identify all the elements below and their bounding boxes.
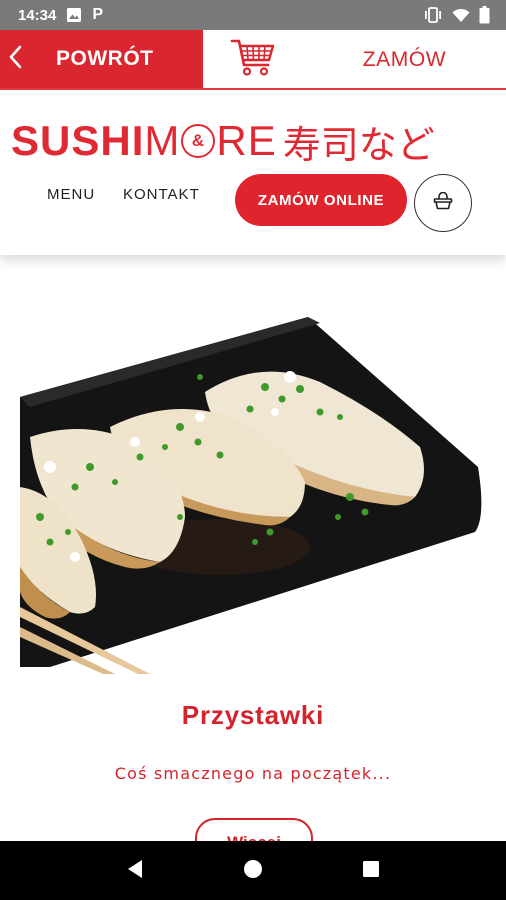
- logo-more-re: RE: [216, 117, 277, 164]
- logo-ampersand-circle: &: [181, 124, 216, 158]
- nav-back-button[interactable]: [105, 841, 165, 900]
- shopping-cart-icon: [230, 38, 276, 82]
- logo-sushi-text: SUSHI: [11, 117, 145, 164]
- category-subtitle: Coś smacznego na początek...: [114, 764, 392, 783]
- category-image-dumplings[interactable]: [20, 317, 486, 674]
- status-bar: 14:34 P: [0, 0, 506, 30]
- basket-button[interactable]: [414, 174, 472, 232]
- square-recents-icon: [362, 860, 380, 882]
- nav-home-button[interactable]: [223, 841, 283, 900]
- nav-contact-link[interactable]: KONTAKT: [123, 186, 200, 203]
- category-title: Przystawki: [181, 700, 325, 730]
- system-nav-bar: [0, 841, 506, 900]
- order-online-button[interactable]: ZAMÓW ONLINE: [235, 174, 407, 226]
- top-nav-bar: POWRÓT ZAMÓW: [0, 30, 506, 90]
- vibrate-icon: [423, 7, 443, 23]
- cart-button[interactable]: [203, 30, 303, 90]
- chevron-left-icon: [8, 45, 22, 73]
- battery-icon: [479, 6, 490, 24]
- back-button[interactable]: POWRÓT: [0, 30, 203, 88]
- image-icon: [66, 7, 82, 23]
- logo-japanese-text: 寿司など: [282, 122, 435, 167]
- triangle-back-icon: [126, 859, 144, 883]
- circle-home-icon: [243, 859, 263, 883]
- site-header: SUSHI M & RE 寿司など MENU KONTAKT ZAMÓW ONL…: [0, 90, 506, 255]
- back-button-label: POWRÓT: [56, 47, 154, 70]
- status-bar-left: 14:34 P: [18, 6, 103, 24]
- parking-p-icon: P: [92, 6, 104, 23]
- status-bar-right: [423, 6, 490, 24]
- wifi-icon: [452, 8, 470, 23]
- logo-more-m: M: [144, 117, 181, 164]
- sushimore-logo[interactable]: SUSHI M & RE 寿司など: [11, 116, 435, 167]
- screen: 14:34 P POWRÓT ZAMÓW SUSHI M & RE 寿司など M…: [0, 0, 506, 900]
- nav-menu-link[interactable]: MENU: [47, 186, 95, 203]
- status-time: 14:34: [18, 6, 57, 24]
- basket-icon: [433, 191, 453, 214]
- order-link[interactable]: ZAMÓW: [303, 30, 506, 90]
- nav-recents-button[interactable]: [341, 841, 401, 900]
- logo-more-text: M & RE: [144, 117, 276, 165]
